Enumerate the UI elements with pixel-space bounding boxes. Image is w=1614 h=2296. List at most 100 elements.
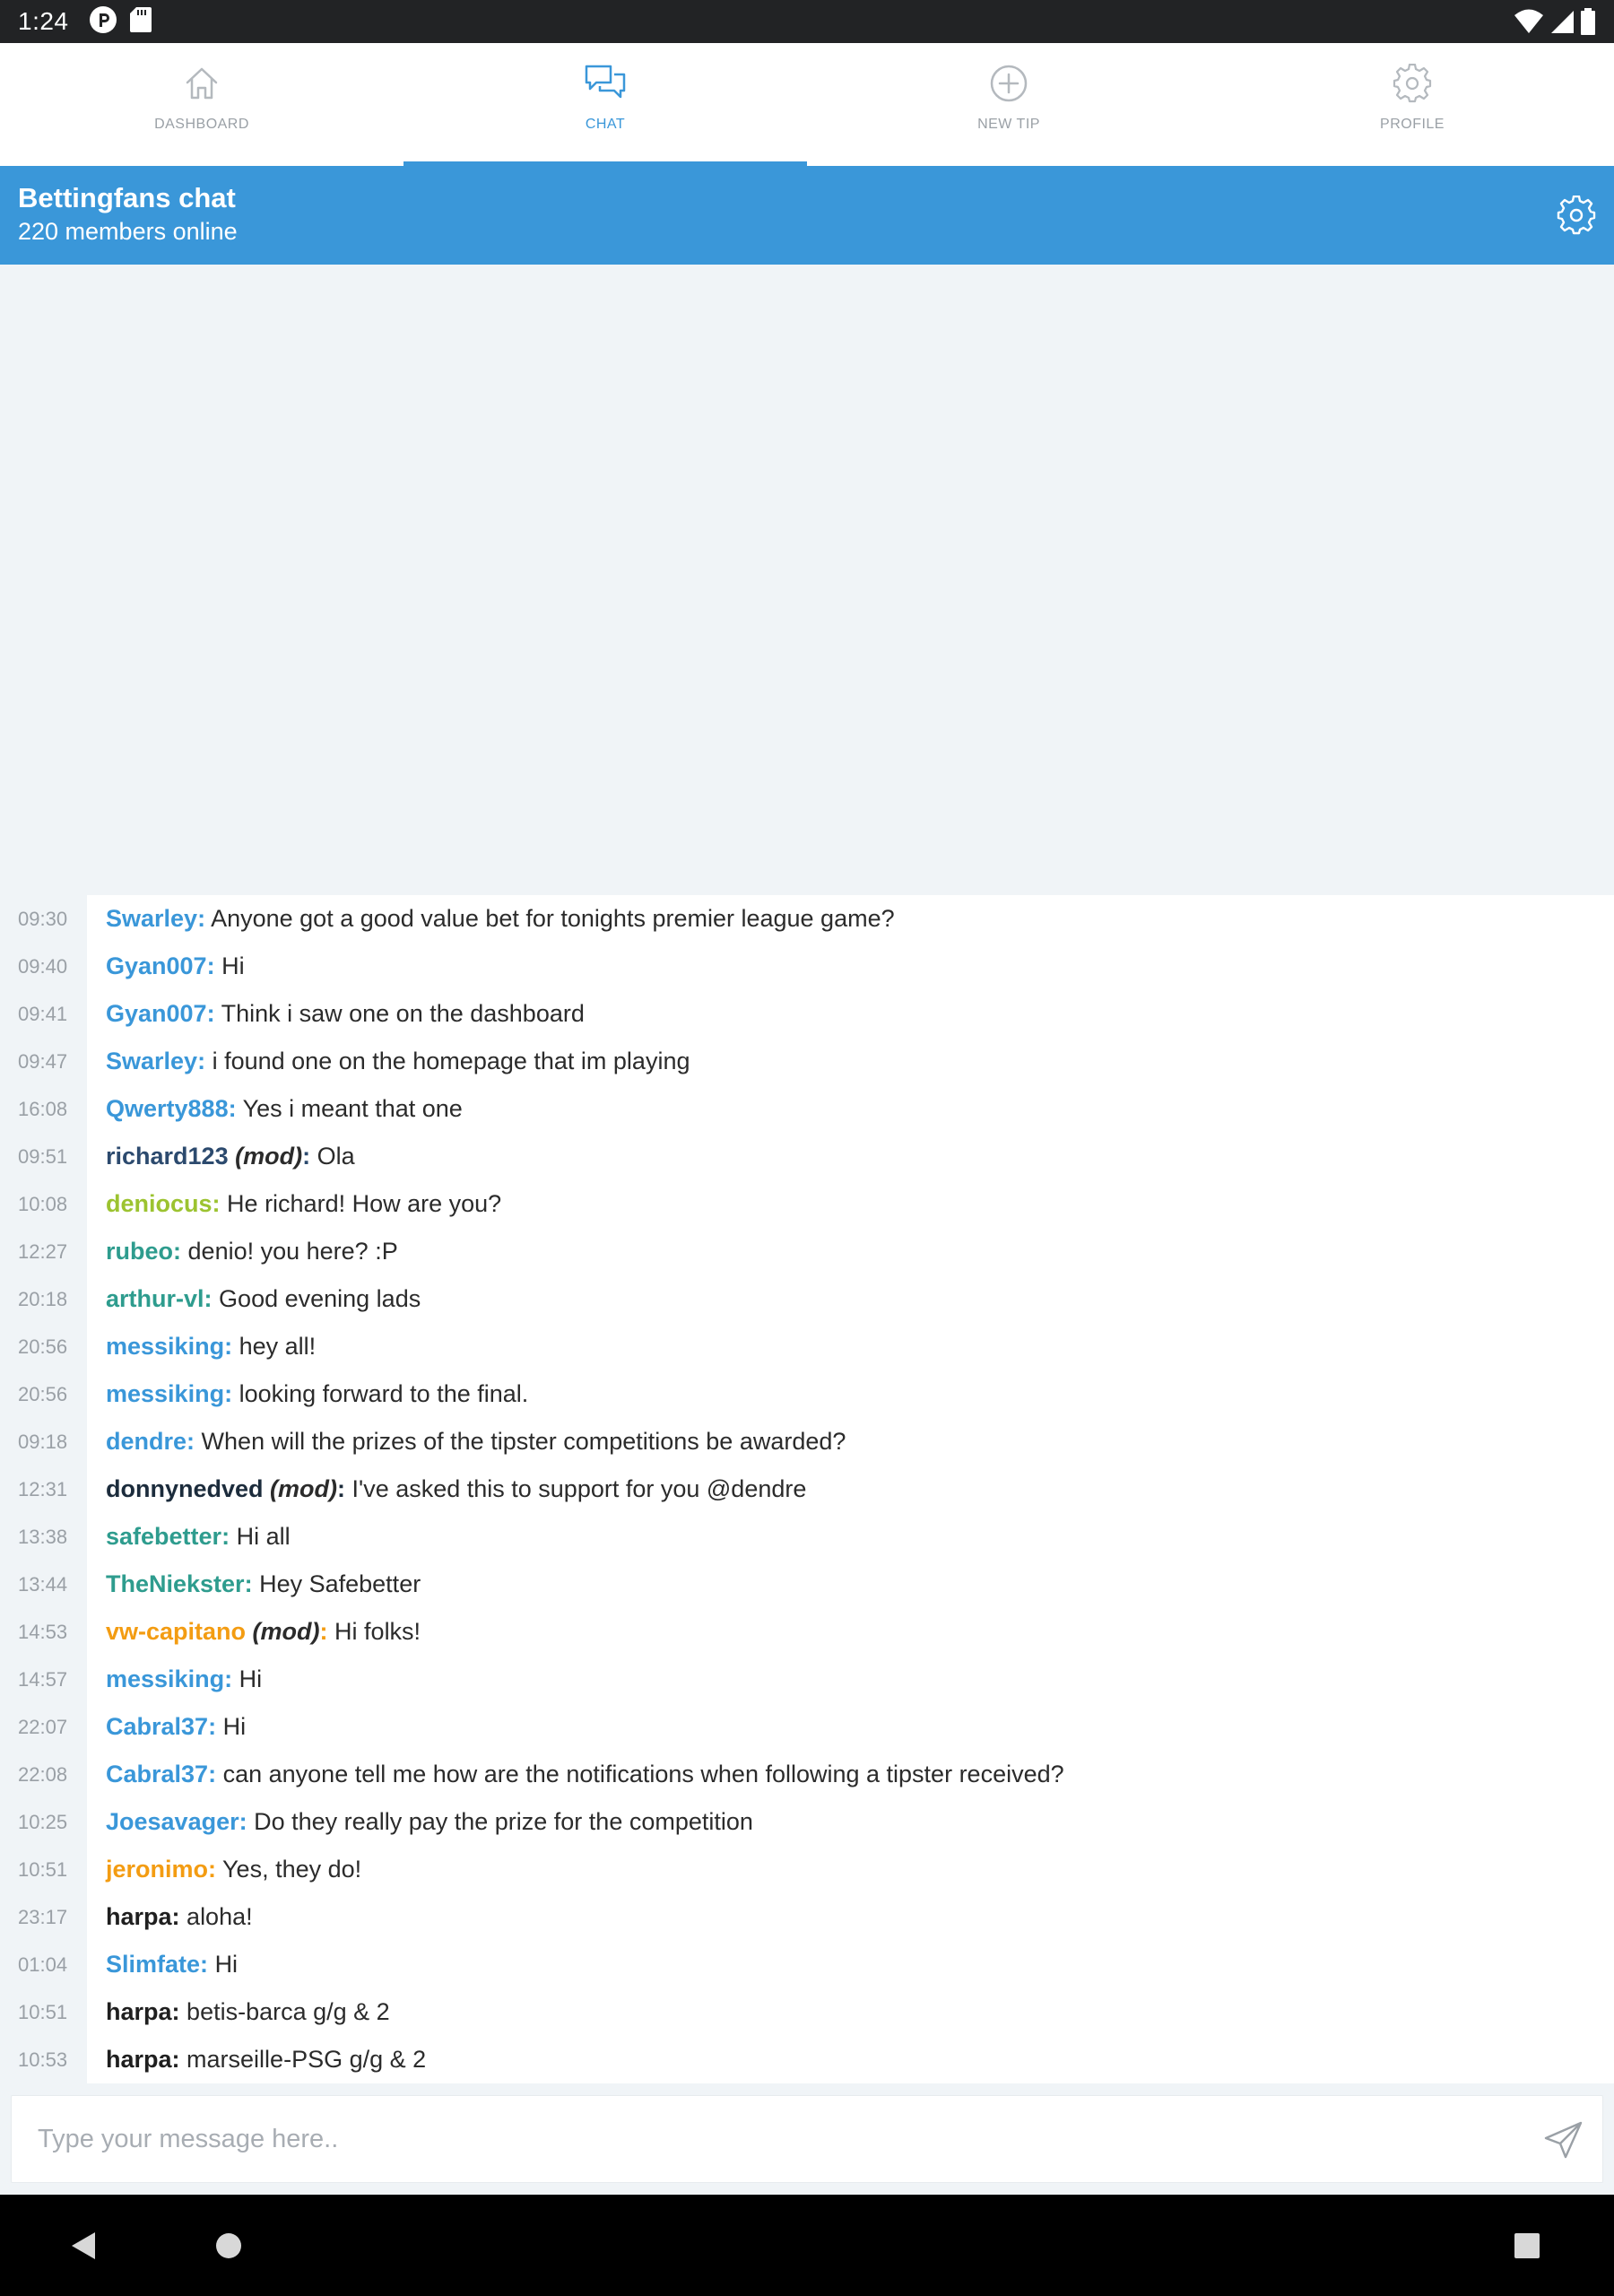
message-body: harpa: marseille-PSG g/g & 2: [106, 2046, 427, 2073]
recents-button[interactable]: [1514, 2232, 1540, 2264]
message-username[interactable]: jeronimo: [106, 1856, 208, 1883]
tab-profile[interactable]: PROFILE: [1210, 43, 1614, 166]
message-text: Hi: [222, 1713, 247, 1740]
message-timestamp: 09:51: [18, 1144, 68, 1168]
message-text: aloha!: [187, 1903, 253, 1930]
recents-icon: [1514, 2233, 1540, 2258]
send-button[interactable]: [1543, 2119, 1584, 2161]
message-body: TheNiekster: Hey Safebetter: [106, 1570, 421, 1597]
message-username[interactable]: rubeo: [106, 1238, 173, 1265]
message-username[interactable]: Qwerty888: [106, 1095, 229, 1122]
message-username[interactable]: deniocus: [106, 1190, 213, 1217]
message-list[interactable]: 09:30 Swarley: Anyone got a good value be…: [0, 895, 1614, 2083]
status-time: 1:24: [18, 7, 69, 35]
message-body: Swarley: Anyone got a good value bet for…: [106, 905, 895, 932]
message-body: harpa: betis-barca g/g & 2: [106, 1998, 390, 2025]
message-timestamp: 10:51: [18, 2000, 68, 2023]
sd-card-icon: [129, 6, 152, 38]
message-row: 10:51 harpa: betis-barca g/g & 2: [0, 1988, 1614, 2036]
message-row: 16:08 Qwerty888: Yes i meant that one: [0, 1085, 1614, 1133]
message-row: 22:08 Cabral37: can anyone tell me how ar…: [0, 1751, 1614, 1798]
message-text: marseille-PSG g/g & 2: [187, 2046, 427, 2073]
message-username[interactable]: messiking: [106, 1665, 224, 1692]
message-username[interactable]: arthur-vl: [106, 1285, 204, 1312]
tab-new-tip-label: NEW TIP: [977, 117, 1040, 132]
message-text: denio! you here? :P: [187, 1238, 398, 1265]
message-row: 22:07 Cabral37: Hi: [0, 1703, 1614, 1751]
message-text: Hi: [239, 1665, 263, 1692]
message-timestamp: 01:04: [18, 1952, 68, 1976]
message-body: Gyan007: Think i saw one on the dashboar…: [106, 1000, 585, 1027]
home-button[interactable]: [215, 2232, 242, 2264]
message-username[interactable]: Swarley: [106, 905, 197, 932]
message-input[interactable]: [12, 2096, 1518, 2182]
message-username[interactable]: Gyan007: [106, 1000, 207, 1027]
chat-settings-button[interactable]: [1557, 195, 1596, 235]
message-body: deniocus: He richard! How are you?: [106, 1190, 502, 1217]
message-row: 13:38 safebetter: Hi all: [0, 1513, 1614, 1561]
cell-signal-icon: [1549, 9, 1575, 34]
message-username[interactable]: Swarley: [106, 1048, 197, 1074]
message-timestamp: 10:25: [18, 1810, 68, 1833]
message-timestamp: 23:17: [18, 1905, 68, 1928]
message-username[interactable]: donnynedved: [106, 1475, 264, 1502]
message-row: 10:25 Joesavager: Do they really pay the …: [0, 1798, 1614, 1846]
message-body: Swarley: i found one on the homepage tha…: [106, 1048, 690, 1074]
message-row: 10:53 harpa: marseille-PSG g/g & 2: [0, 2036, 1614, 2083]
message-body: dendre: When will the prizes of the tips…: [106, 1428, 846, 1455]
message-text: Hey Safebetter: [259, 1570, 421, 1597]
message-username[interactable]: vw-capitano: [106, 1618, 246, 1645]
message-timestamp: 10:53: [18, 2048, 68, 2071]
message-body: arthur-vl: Good evening lads: [106, 1285, 421, 1312]
message-username[interactable]: Slimfate: [106, 1951, 200, 1978]
message-username[interactable]: harpa: [106, 1998, 172, 2025]
message-username[interactable]: messiking: [106, 1333, 224, 1360]
message-username[interactable]: safebetter: [106, 1523, 221, 1550]
tab-new-tip[interactable]: NEW TIP: [807, 43, 1210, 166]
message-username[interactable]: Gyan007: [106, 952, 207, 979]
message-body: messiking: Hi: [106, 1665, 263, 1692]
tab-chat[interactable]: CHAT: [404, 43, 807, 166]
message-timestamp: 12:27: [18, 1239, 68, 1263]
message-username[interactable]: dendre: [106, 1428, 187, 1455]
p-circle-icon: [89, 5, 117, 39]
message-body: safebetter: Hi all: [106, 1523, 291, 1550]
back-button[interactable]: [70, 2231, 97, 2266]
message-username[interactable]: richard123: [106, 1143, 229, 1170]
message-row: 20:18 arthur-vl: Good evening lads: [0, 1275, 1614, 1323]
message-text: Yes i meant that one: [242, 1095, 463, 1122]
message-row: 10:08 deniocus: He richard! How are you?: [0, 1180, 1614, 1228]
chat-header: Bettingfans chat 220 members online: [0, 166, 1614, 265]
message-body: richard123 (mod): Ola: [106, 1143, 355, 1170]
message-username[interactable]: Cabral37: [106, 1713, 208, 1740]
tab-profile-label: PROFILE: [1380, 117, 1445, 132]
message-username[interactable]: harpa: [106, 2046, 172, 2073]
message-username[interactable]: messiking: [106, 1380, 224, 1407]
chat-empty-area: [0, 265, 1614, 895]
message-username[interactable]: harpa: [106, 1903, 172, 1930]
message-timestamp: 14:53: [18, 1620, 68, 1643]
tab-dashboard[interactable]: DASHBOARD: [0, 43, 404, 166]
message-username[interactable]: Cabral37: [106, 1761, 208, 1787]
moderator-badge: (mod): [235, 1143, 303, 1170]
message-timestamp: 13:38: [18, 1525, 68, 1548]
message-body: Cabral37: Hi: [106, 1713, 247, 1740]
message-text: Hi: [214, 1951, 239, 1978]
message-timestamp: 09:30: [18, 907, 68, 930]
battery-icon: [1580, 8, 1596, 35]
message-row: 09:51 richard123 (mod): Ola: [0, 1133, 1614, 1180]
message-text: Think i saw one on the dashboard: [221, 1000, 585, 1027]
message-text: Hi folks!: [334, 1618, 421, 1645]
wifi-icon: [1514, 9, 1544, 34]
message-text: Do they really pay the prize for the com…: [254, 1808, 753, 1835]
message-username[interactable]: Joesavager: [106, 1808, 239, 1835]
message-text: looking forward to the final.: [239, 1380, 529, 1407]
chat-bubbles-icon: [585, 65, 626, 99]
message-username[interactable]: TheNiekster: [106, 1570, 245, 1597]
message-row: 09:18 dendre: When will the prizes of the…: [0, 1418, 1614, 1465]
status-bar: 1:24: [0, 0, 1614, 43]
message-timestamp: 14:57: [18, 1667, 68, 1691]
message-body: messiking: looking forward to the final.: [106, 1380, 529, 1407]
message-timestamp: 09:47: [18, 1049, 68, 1073]
message-row: 20:56 messiking: looking forward to the f…: [0, 1370, 1614, 1418]
